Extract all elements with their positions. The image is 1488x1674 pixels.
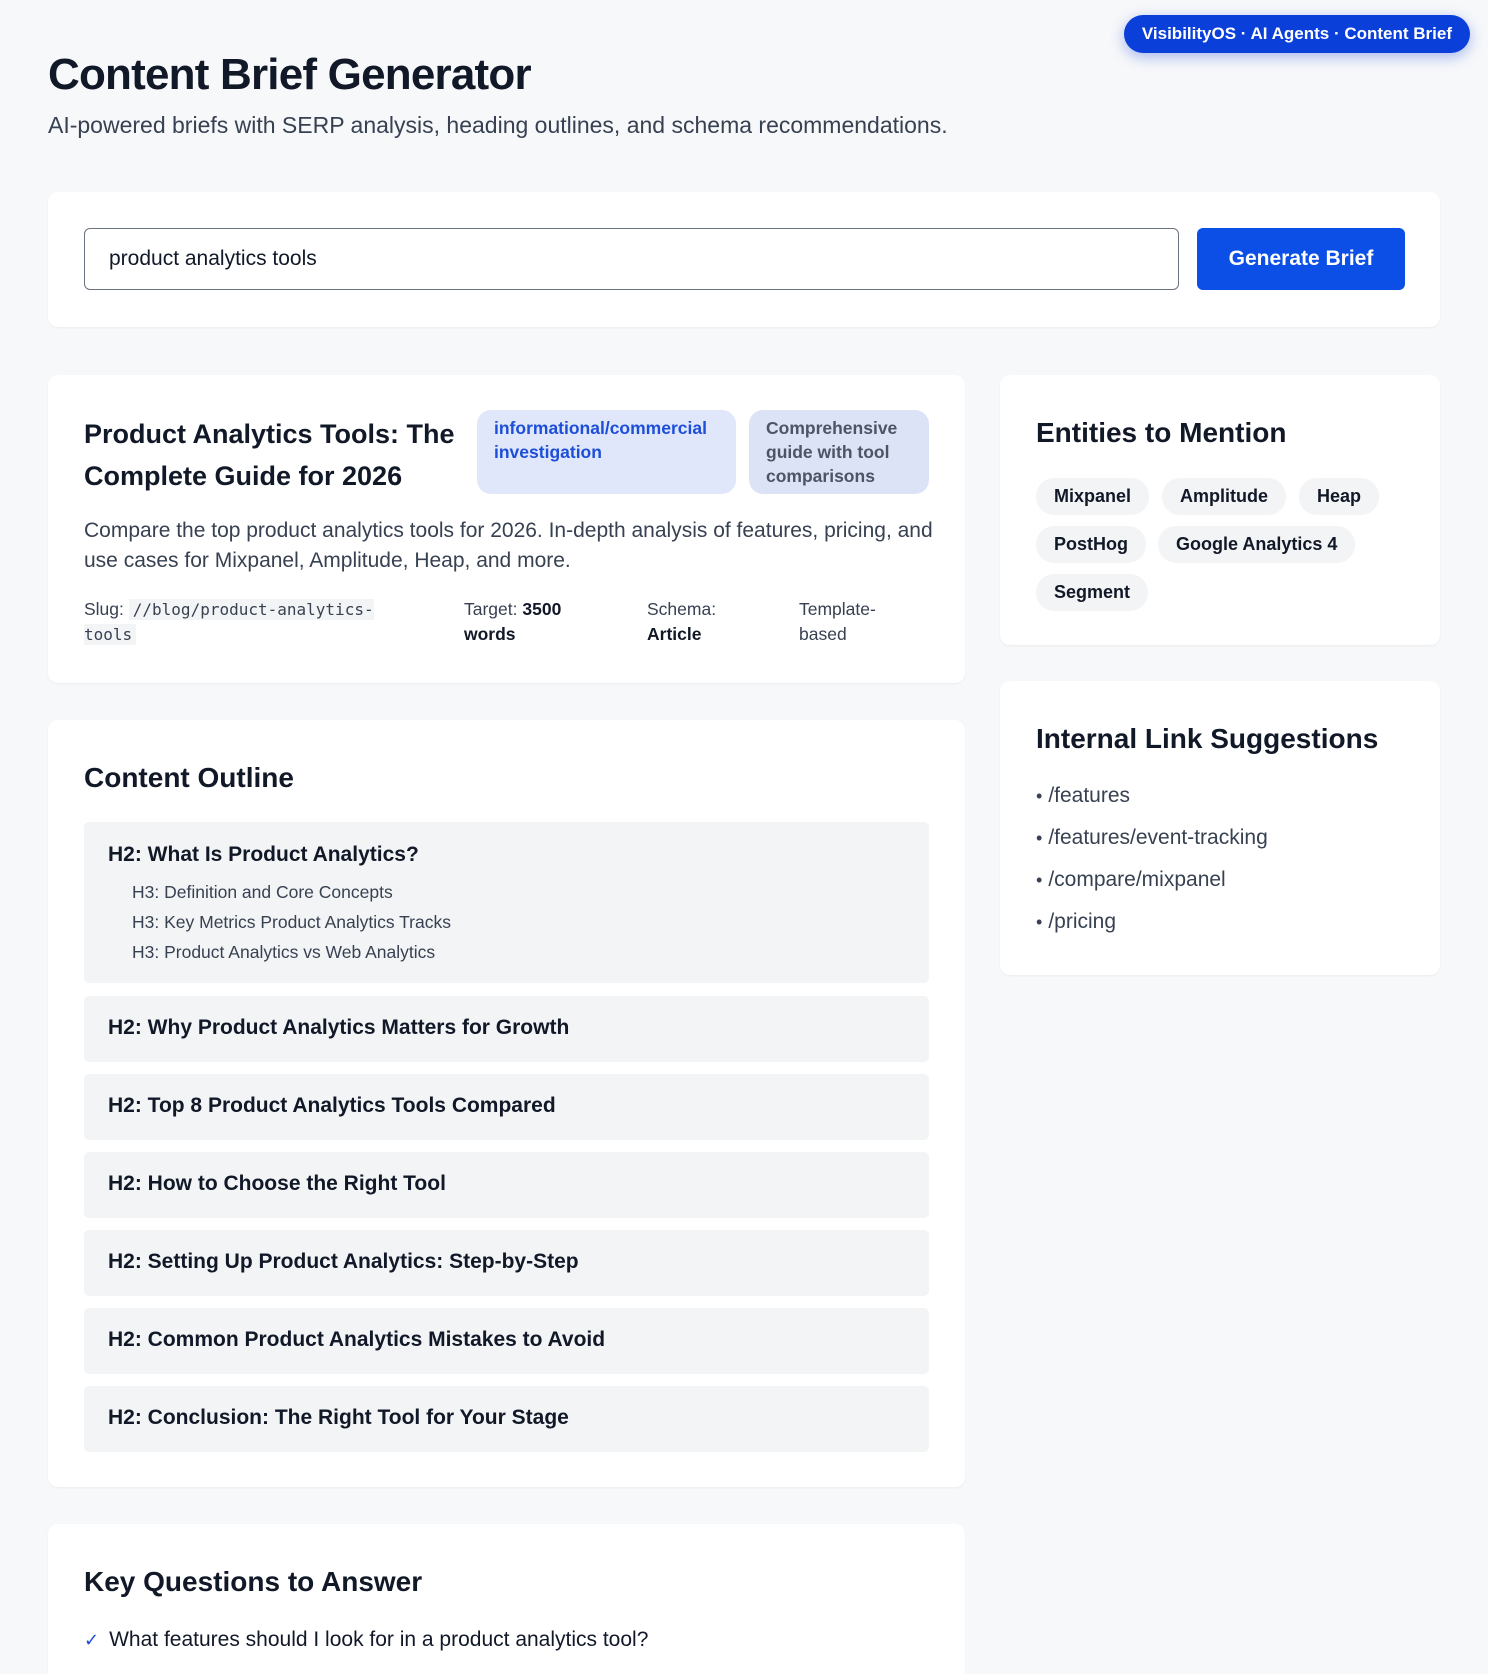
outline-section: H2: How to Choose the Right Tool [84, 1152, 929, 1218]
outline-h2: H2: Conclusion: The Right Tool for Your … [108, 1406, 569, 1429]
target-label: Target: [464, 599, 518, 619]
question-text: What features should I look for in a pro… [109, 1628, 649, 1651]
link-text[interactable]: /features [1048, 784, 1130, 807]
entity-chip: Heap [1299, 478, 1380, 515]
outline-section: H2: Conclusion: The Right Tool for Your … [84, 1386, 929, 1452]
checkmark-icon: ✓ [84, 1630, 100, 1650]
generate-brief-button[interactable]: Generate Brief [1197, 228, 1405, 290]
question-item: ✓ What features should I look for in a pr… [84, 1628, 648, 1652]
bullet-icon: • [1036, 870, 1043, 890]
entities-title: Entities to Mention [1036, 417, 1287, 448]
key-questions-card: Key Questions to Answer ✓ What features s… [48, 1524, 965, 1674]
outline-h2: H2: Common Product Analytics Mistakes to… [108, 1328, 606, 1351]
slug-meta: Slug: //blog/product-analytics-tools [84, 597, 414, 647]
outline-h2: H2: How to Choose the Right Tool [108, 1172, 446, 1195]
outline-h3: H3: Key Metrics Product Analytics Tracks [132, 912, 451, 932]
outline-section: H2: Common Product Analytics Mistakes to… [84, 1308, 929, 1374]
content-outline-card: Content Outline H2: What Is Product Anal… [48, 720, 965, 1487]
slug-label: Slug: [84, 599, 124, 619]
outline-section: H2: Setting Up Product Analytics: Step-b… [84, 1230, 929, 1296]
entities-card: Entities to Mention Mixpanel Amplitude H… [1000, 375, 1440, 645]
link-item[interactable]: •/features/event-tracking [1036, 826, 1268, 850]
link-item[interactable]: •/features [1036, 784, 1130, 808]
outline-h3: H3: Product Analytics vs Web Analytics [132, 942, 436, 962]
target-meta: Target: 3500 words [464, 597, 594, 647]
outline-section: H2: What Is Product Analytics? H3: Defin… [84, 822, 929, 983]
outline-h3: H3: Definition and Core Concepts [132, 882, 393, 902]
bullet-icon: • [1036, 786, 1043, 806]
link-text[interactable]: /compare/mixpanel [1048, 868, 1225, 891]
outline-section: H2: Why Product Analytics Matters for Gr… [84, 996, 929, 1062]
page-title: Content Brief Generator [48, 50, 532, 99]
outline-title: Content Outline [84, 762, 294, 793]
entity-chip: PostHog [1036, 526, 1146, 563]
search-card: Generate Brief [48, 192, 1440, 327]
keyword-input[interactable] [84, 228, 1179, 290]
questions-title: Key Questions to Answer [84, 1566, 423, 1597]
brief-summary-card: Product Analytics Tools: The Complete Gu… [48, 375, 965, 683]
schema-value: Article [647, 624, 702, 644]
links-title: Internal Link Suggestions [1036, 723, 1379, 754]
link-text[interactable]: /pricing [1048, 910, 1116, 933]
entity-chip: Segment [1036, 574, 1149, 611]
outline-h2: H2: Why Product Analytics Matters for Gr… [108, 1016, 570, 1039]
bullet-icon: • [1036, 828, 1043, 848]
outline-h2: H2: Top 8 Product Analytics Tools Compar… [108, 1094, 556, 1117]
bullet-icon: • [1036, 912, 1043, 932]
link-item[interactable]: •/pricing [1036, 910, 1116, 934]
meta-description: Compare the top product analytics tools … [84, 519, 933, 572]
slug-value: //blog/product-analytics-tools [84, 599, 374, 645]
entity-chip: Amplitude [1162, 478, 1286, 515]
schema-label: Schema: [647, 599, 717, 619]
internal-links-card: Internal Link Suggestions •/features •/f… [1000, 681, 1440, 975]
search-intent-badge: informational/commercial investigation [477, 410, 736, 494]
outline-section: H2: Top 8 Product Analytics Tools Compar… [84, 1074, 929, 1140]
content-format-badge: Comprehensive guide with tool comparison… [749, 410, 929, 494]
entity-chip: Google Analytics 4 [1158, 526, 1356, 563]
page-subtitle: AI-powered briefs with SERP analysis, he… [48, 112, 948, 138]
entity-chip: Mixpanel [1036, 478, 1150, 515]
page: VisibilityOS · AI Agents · Content Brief… [0, 0, 1488, 1674]
brief-title: Product Analytics Tools: The Complete Gu… [84, 419, 455, 491]
link-item[interactable]: •/compare/mixpanel [1036, 868, 1226, 892]
template-meta: Template-based [799, 599, 876, 644]
context-badge: VisibilityOS · AI Agents · Content Brief [1123, 15, 1470, 53]
link-text[interactable]: /features/event-tracking [1048, 826, 1267, 849]
outline-h2: H2: Setting Up Product Analytics: Step-b… [108, 1250, 579, 1273]
outline-h2: H2: What Is Product Analytics? [108, 843, 419, 866]
schema-meta: Schema: Article [647, 597, 757, 647]
